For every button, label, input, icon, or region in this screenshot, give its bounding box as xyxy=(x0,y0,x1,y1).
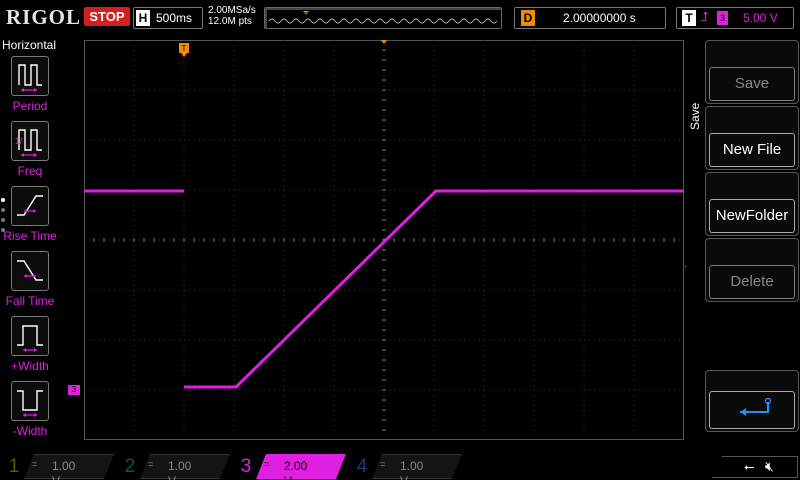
trigger-box[interactable]: T ⮥ 3 5.00 V xyxy=(676,7,794,29)
memory-overview: T xyxy=(264,7,502,29)
back-button-frame xyxy=(709,391,795,429)
channel-2-coupling: = xyxy=(148,459,154,469)
measure-menu-title: Horizontal xyxy=(2,38,57,52)
measure-period[interactable]: Period xyxy=(0,56,60,116)
status-area xyxy=(712,456,798,478)
horizontal-label: H xyxy=(136,10,150,26)
freq-icon: 1/ xyxy=(11,121,49,161)
channel-4-scale: 1.00 V xyxy=(400,459,424,480)
delete-button-label: Delete xyxy=(709,265,795,299)
delay-box[interactable]: D 2.00000000 s xyxy=(514,7,666,29)
rise-time-icon xyxy=(11,186,49,226)
measure-period-label: Period xyxy=(12,99,48,113)
measure-positive-width[interactable]: +Width xyxy=(0,316,60,376)
period-icon xyxy=(11,56,49,96)
channel-3-offset-marker[interactable]: 3 xyxy=(68,385,80,395)
new-folder-button-label: NewFolder xyxy=(709,199,795,233)
timebase-value: 500ms xyxy=(156,11,193,25)
channel-2-number: 2 xyxy=(124,456,136,477)
channel-2-scale: 1.00 V xyxy=(168,459,192,480)
run-stop-indicator[interactable]: STOP xyxy=(84,7,130,26)
waveform-display[interactable]: T xyxy=(84,40,684,440)
back-button[interactable] xyxy=(705,370,799,432)
channel-3-number: 3 xyxy=(240,456,252,477)
negative-width-icon xyxy=(11,381,49,421)
save-button-label: Save xyxy=(709,67,795,101)
measure-negative-width[interactable]: -Width xyxy=(0,381,60,441)
delete-button[interactable]: Delete xyxy=(705,238,799,302)
measure-rise-time-label: Rise Time xyxy=(3,229,57,243)
acquisition-info: 2.00MSa/s 12.0M pts xyxy=(208,5,256,27)
trigger-level: 5.00 V xyxy=(743,11,778,25)
memory-depth: 12.0M pts xyxy=(208,16,252,27)
channel-1-number: 1 xyxy=(8,456,20,477)
delay-label: D xyxy=(521,10,535,26)
brand-logo: RIGOL xyxy=(6,5,82,29)
measure-negative-width-label: -Width xyxy=(12,424,48,438)
trigger-label: T xyxy=(682,10,696,26)
speaker-muted-icon[interactable]: 🔇︎ xyxy=(765,458,774,475)
new-folder-button[interactable]: NewFolder xyxy=(705,172,799,236)
channel-4-number: 4 xyxy=(356,456,368,477)
new-file-button-label: New File xyxy=(709,133,795,167)
return-arrow-icon xyxy=(740,397,772,416)
svg-text:T: T xyxy=(182,44,187,53)
timebase-box[interactable]: H 500ms xyxy=(133,7,203,29)
measure-rise-time[interactable]: Rise Time xyxy=(0,186,60,246)
channel-4-coupling: = xyxy=(380,459,386,469)
channel-3-scale: 2.00 V xyxy=(284,459,308,480)
channel-1-scale: 1.00 V xyxy=(52,459,76,480)
svg-text:1/: 1/ xyxy=(15,136,23,146)
usb-icon: ⭠ xyxy=(744,459,755,474)
channel-3-coupling: = xyxy=(264,459,270,469)
trigger-source: 3 xyxy=(717,11,728,25)
svg-text:T: T xyxy=(304,13,308,19)
top-status-bar: RIGOL STOP H 500ms 2.00MSa/s 12.0M pts T… xyxy=(0,0,800,36)
measure-freq[interactable]: 1/ Freq xyxy=(0,121,60,181)
new-file-button[interactable]: New File xyxy=(705,106,799,170)
oscilloscope-screen: RIGOL STOP H 500ms 2.00MSa/s 12.0M pts T… xyxy=(0,0,800,480)
measure-menu: Horizontal Period 1/ Freq Rise Time Fall… xyxy=(0,36,60,452)
positive-width-icon xyxy=(11,316,49,356)
fall-time-icon xyxy=(11,251,49,291)
measure-positive-width-label: +Width xyxy=(11,359,49,373)
sample-rate: 2.00MSa/s xyxy=(208,5,256,16)
measure-fall-time[interactable]: Fall Time xyxy=(0,251,60,311)
measure-freq-label: Freq xyxy=(17,164,43,178)
save-menu: Save Save New File NewFolder Delete xyxy=(686,36,800,452)
save-button[interactable]: Save xyxy=(705,40,799,104)
trigger-position-marker: T xyxy=(179,43,189,57)
save-menu-title: Save xyxy=(688,102,702,130)
rising-edge-icon: ⮥ xyxy=(701,9,709,24)
memory-wave-icon: T xyxy=(265,8,501,28)
channel-1-coupling: = xyxy=(32,459,38,469)
channel-bar: 1 = 1.00 V 2 = 1.00 V 3 = 2.00 V 4 = 1.0… xyxy=(0,452,800,480)
delay-value: 2.00000000 s xyxy=(563,11,636,25)
measure-fall-time-label: Fall Time xyxy=(5,294,55,308)
